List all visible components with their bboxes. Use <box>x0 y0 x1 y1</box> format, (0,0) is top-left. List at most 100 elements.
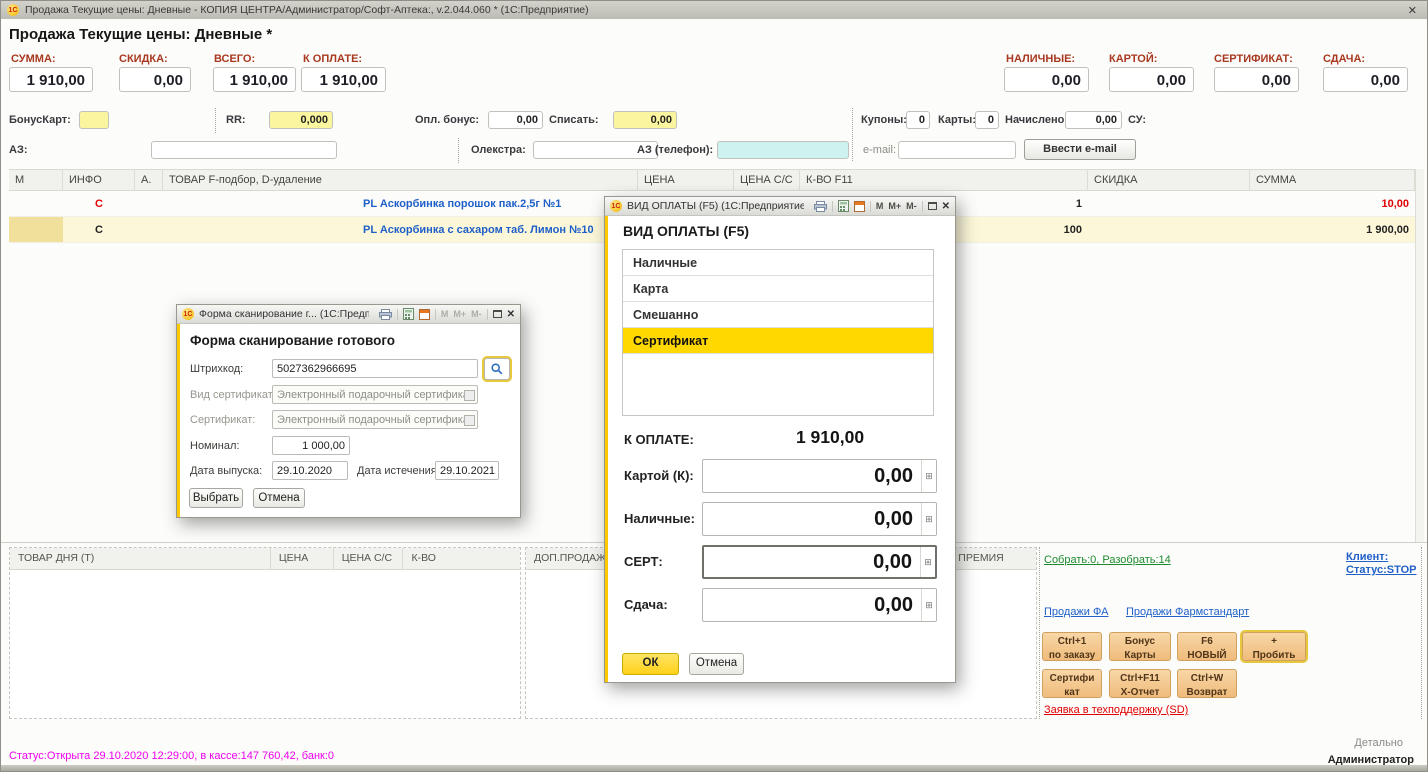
m-plus-button[interactable]: M+ <box>453 309 466 319</box>
m-minus-button[interactable]: M- <box>906 201 917 211</box>
cancel-button[interactable]: Отмена <box>253 488 305 508</box>
bonus-cards-button[interactable]: Бонус Карты <box>1109 632 1171 661</box>
az-label: АЗ: <box>9 144 28 156</box>
close-icon[interactable]: ✕ <box>942 201 950 212</box>
calendar-icon[interactable] <box>419 308 430 320</box>
discount-label: СКИДКА: <box>119 53 168 65</box>
enter-email-button[interactable]: Ввести e-mail <box>1024 139 1136 160</box>
sum-value[interactable]: 1 910,00 <box>9 67 93 92</box>
product-name-link[interactable]: PL Аскорбинка порошок пак.2,5г №1 <box>163 198 638 210</box>
certificate-value[interactable]: 0,00 <box>1214 67 1299 92</box>
topay-value[interactable]: 1 910,00 <box>301 67 386 92</box>
window-titlebar[interactable]: 1С Продажа Текущие цены: Дневные - КОПИЯ… <box>1 1 1427 19</box>
dialog-titlebar[interactable]: 1С Форма сканирование г... (1С:Предприят… <box>177 305 520 324</box>
change-amount-field[interactable]: 0,00 ⊞ <box>702 588 937 622</box>
cancel-button[interactable]: Отмена <box>689 653 744 675</box>
m-minus-button[interactable]: M- <box>471 309 482 319</box>
cash-amount-field[interactable]: 0,00 ⊞ <box>702 502 937 536</box>
az-phone-field[interactable] <box>717 141 849 159</box>
calendar-icon[interactable] <box>854 200 865 212</box>
opl-bonus-label: Опл. бонус: <box>415 114 479 126</box>
maximize-icon[interactable] <box>928 202 937 210</box>
bonus-card-field[interactable] <box>79 111 109 129</box>
barcode-search-button[interactable] <box>484 358 510 380</box>
x-report-button[interactable]: Ctrl+F11 X-Отчет <box>1109 669 1171 698</box>
total-value[interactable]: 1 910,00 <box>213 67 296 92</box>
m-button[interactable]: M <box>876 201 884 211</box>
expire-date-field[interactable]: 29.10.2021 <box>435 461 499 480</box>
column-header-price: ЦЕНА <box>638 170 734 190</box>
certificate-label: СЕРТИФИКАТ: <box>1214 53 1293 65</box>
sert-amount-field-focused[interactable]: 0,00 ⊞ <box>702 545 937 579</box>
sert-amount-value: 0,00 <box>704 551 920 574</box>
klient-link[interactable]: Клиент: <box>1346 551 1388 563</box>
calculator-icon[interactable] <box>838 200 849 212</box>
cash-amount-label: Наличные: <box>624 511 695 526</box>
new-button[interactable]: F6 НОВЫЙ <box>1177 632 1237 661</box>
order-button[interactable]: Ctrl+1 по заказу <box>1042 632 1102 661</box>
icon-separator <box>435 309 436 320</box>
cash-value[interactable]: 0,00 <box>1004 67 1089 92</box>
card-value[interactable]: 0,00 <box>1109 67 1194 92</box>
email-label: e-mail: <box>863 144 896 156</box>
info-cell: С <box>63 198 135 210</box>
payment-option-card[interactable]: Карта <box>623 276 933 302</box>
change-amount-label: Сдача: <box>624 597 668 612</box>
column-header-discount: СКИДКА <box>1088 170 1250 190</box>
m-button[interactable]: M <box>441 309 449 319</box>
detail-link[interactable]: Детально <box>1354 737 1403 749</box>
print-icon[interactable] <box>814 201 827 212</box>
vertical-scrollbar[interactable] <box>1415 169 1424 542</box>
button-line: Карты <box>1110 649 1170 663</box>
products-table-header: М ИНФО А. ТОВАР F-подбор, D-удаление ЦЕН… <box>9 169 1415 191</box>
calculator-icon[interactable] <box>403 308 414 320</box>
certificate-button[interactable]: Сертифи кат <box>1042 669 1102 698</box>
client-status-link[interactable]: Статус:STOP <box>1346 564 1417 576</box>
window-close-icon[interactable]: ✕ <box>1404 4 1421 17</box>
spisat-field[interactable]: 0,00 <box>613 111 677 129</box>
close-icon[interactable]: ✕ <box>507 309 515 320</box>
ok-button[interactable]: ОК <box>622 653 679 675</box>
payment-option-certificate-selected[interactable]: Сертификат <box>623 328 933 354</box>
total-label: ВСЕГО: <box>214 53 255 65</box>
prodazhi-fa-link[interactable]: Продажи ФА <box>1044 606 1108 618</box>
issue-date-field[interactable]: 29.10.2020 <box>272 461 348 480</box>
maximize-icon[interactable] <box>493 310 502 318</box>
calculator-button[interactable]: ⊞ <box>921 460 936 492</box>
calculator-button[interactable]: ⊞ <box>921 503 936 535</box>
expire-date-label: Дата истечения: <box>357 465 440 477</box>
card-amount-field[interactable]: 0,00 ⊞ <box>702 459 937 493</box>
return-button[interactable]: Ctrl+W Возврат <box>1177 669 1237 698</box>
support-request-link[interactable]: Заявка в техподдержку (SD) <box>1044 704 1188 716</box>
print-icon[interactable] <box>379 309 392 320</box>
icon-separator <box>832 201 833 212</box>
m-plus-button[interactable]: M+ <box>888 201 901 211</box>
cert-type-field: Электронный подарочный сертификат <box>272 385 478 404</box>
select-button[interactable]: Выбрать <box>189 488 243 508</box>
barcode-label: Штрихкод: <box>190 363 243 375</box>
dialog-titlebar[interactable]: 1С ВИД ОПЛАТЫ (F5) (1С:Предприятие) M M+… <box>605 197 955 216</box>
karty-field[interactable]: 0 <box>975 111 999 129</box>
kupony-field[interactable]: 0 <box>906 111 930 129</box>
discount-value[interactable]: 0,00 <box>119 67 191 92</box>
change-value[interactable]: 0,00 <box>1323 67 1408 92</box>
nachisleno-field[interactable]: 0,00 <box>1065 111 1122 129</box>
calculator-button[interactable]: ⊞ <box>921 589 936 621</box>
email-field[interactable] <box>898 141 1016 159</box>
button-line: X-Отчет <box>1110 686 1170 700</box>
product-name-link[interactable]: PL Аскорбинка с сахаром таб. Лимон №10 <box>163 224 638 236</box>
payment-option-mixed[interactable]: Смешанно <box>623 302 933 328</box>
dialog-body: ВИД ОПЛАТЫ (F5) Наличные Карта Смешанно … <box>605 216 955 682</box>
probit-button[interactable]: + Пробить <box>1242 632 1306 661</box>
rr-field[interactable]: 0,000 <box>269 111 333 129</box>
calculator-button[interactable]: ⊞ <box>920 547 935 577</box>
prodazhi-farmstandart-link[interactable]: Продажи Фармстандарт <box>1126 606 1249 618</box>
button-line: по заказу <box>1043 649 1101 663</box>
sobrat-link[interactable]: Собрать:0, Разобрать:14 <box>1044 554 1171 566</box>
choose-icon <box>464 390 475 401</box>
barcode-field[interactable]: 5027362966695 <box>272 359 478 378</box>
az-field[interactable] <box>151 141 337 159</box>
payment-option-cash[interactable]: Наличные <box>623 250 933 276</box>
opl-bonus-field[interactable]: 0,00 <box>488 111 543 129</box>
nominal-field[interactable]: 1 000,00 <box>272 436 350 455</box>
